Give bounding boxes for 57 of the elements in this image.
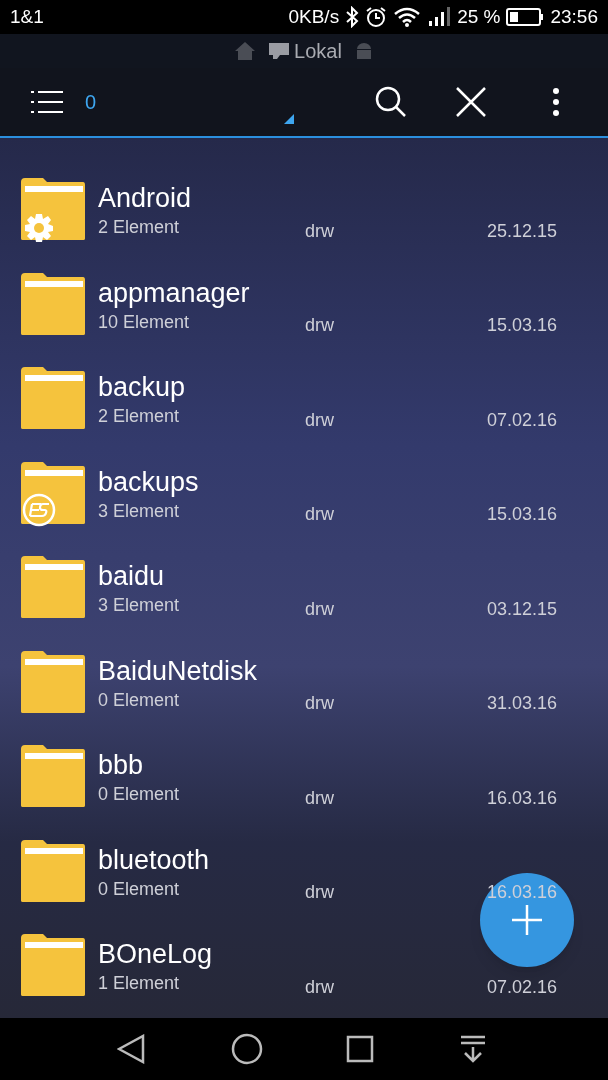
item-count: 1 Element <box>98 972 181 996</box>
modified-date: 03.12.15 <box>486 597 557 621</box>
item-count: 3 Element <box>98 594 181 618</box>
modified-date: 15.03.16 <box>486 503 557 526</box>
pull-down-icon[interactable] <box>460 1035 486 1063</box>
plus-icon <box>512 905 542 935</box>
permissions: drw <box>305 503 334 526</box>
permissions: drw <box>305 408 334 432</box>
signal-icon <box>427 6 452 28</box>
permissions: drw <box>305 881 334 904</box>
location-label[interactable]: Lokal <box>294 36 342 66</box>
battery-percent: 25 % <box>457 4 501 29</box>
folder-name[interactable]: BOneLog <box>98 937 298 972</box>
folder-name[interactable]: appmanager <box>98 275 298 310</box>
home-circle-icon[interactable] <box>231 1033 263 1065</box>
modified-date: 07.02.16 <box>486 408 557 432</box>
item-count: 2 Element <box>98 216 181 240</box>
clock-time: 23:56 <box>550 4 598 29</box>
modified-date: 25.12.15 <box>486 219 557 243</box>
folder-name[interactable]: backups <box>98 464 298 499</box>
item-count: 10 Element <box>98 310 191 334</box>
selection-count: 0 <box>85 90 97 115</box>
back-icon[interactable] <box>117 1034 145 1064</box>
alarm-clock-icon <box>365 6 388 28</box>
item-count: 2 Element <box>98 405 181 429</box>
modified-date: 16.03.16 <box>486 786 557 810</box>
square-icon[interactable] <box>346 1035 374 1063</box>
bluetooth-icon <box>345 6 360 28</box>
folder-name[interactable]: backup <box>98 370 298 405</box>
permissions: drw <box>305 975 334 999</box>
modified-date: 15.03.16 <box>486 314 557 337</box>
carrier-name: 1&1 <box>10 4 44 29</box>
permissions: drw <box>305 314 334 337</box>
item-count: 0 Element <box>98 783 181 807</box>
battery-icon <box>506 7 545 27</box>
search-icon[interactable] <box>375 86 408 118</box>
folder-name[interactable]: baidu <box>98 559 298 594</box>
item-count: 0 Element <box>98 688 181 712</box>
modified-date: 07.02.16 <box>486 975 557 999</box>
permissions: drw <box>305 597 334 621</box>
wifi-icon <box>393 6 422 28</box>
close-icon[interactable] <box>456 87 487 117</box>
permissions: drw <box>305 692 334 715</box>
folder-name[interactable]: bbb <box>98 748 298 783</box>
more-options-icon[interactable] <box>552 87 561 117</box>
permissions: drw <box>305 786 334 810</box>
menu-icon[interactable] <box>31 89 63 115</box>
network-speed: 0KB/s <box>288 4 340 29</box>
folder-name[interactable]: Android <box>98 181 298 216</box>
item-count: 0 Element <box>98 877 181 901</box>
item-count: 3 Element <box>98 499 181 523</box>
dropdown-triangle-icon[interactable] <box>284 114 295 124</box>
modified-date: 31.03.16 <box>486 692 557 715</box>
permissions: drw <box>305 219 334 243</box>
folder-name[interactable]: BaiduNetdisk <box>98 653 298 688</box>
modified-date: 16.03.16 <box>486 881 557 904</box>
folder-name[interactable]: bluetooth <box>98 842 298 877</box>
